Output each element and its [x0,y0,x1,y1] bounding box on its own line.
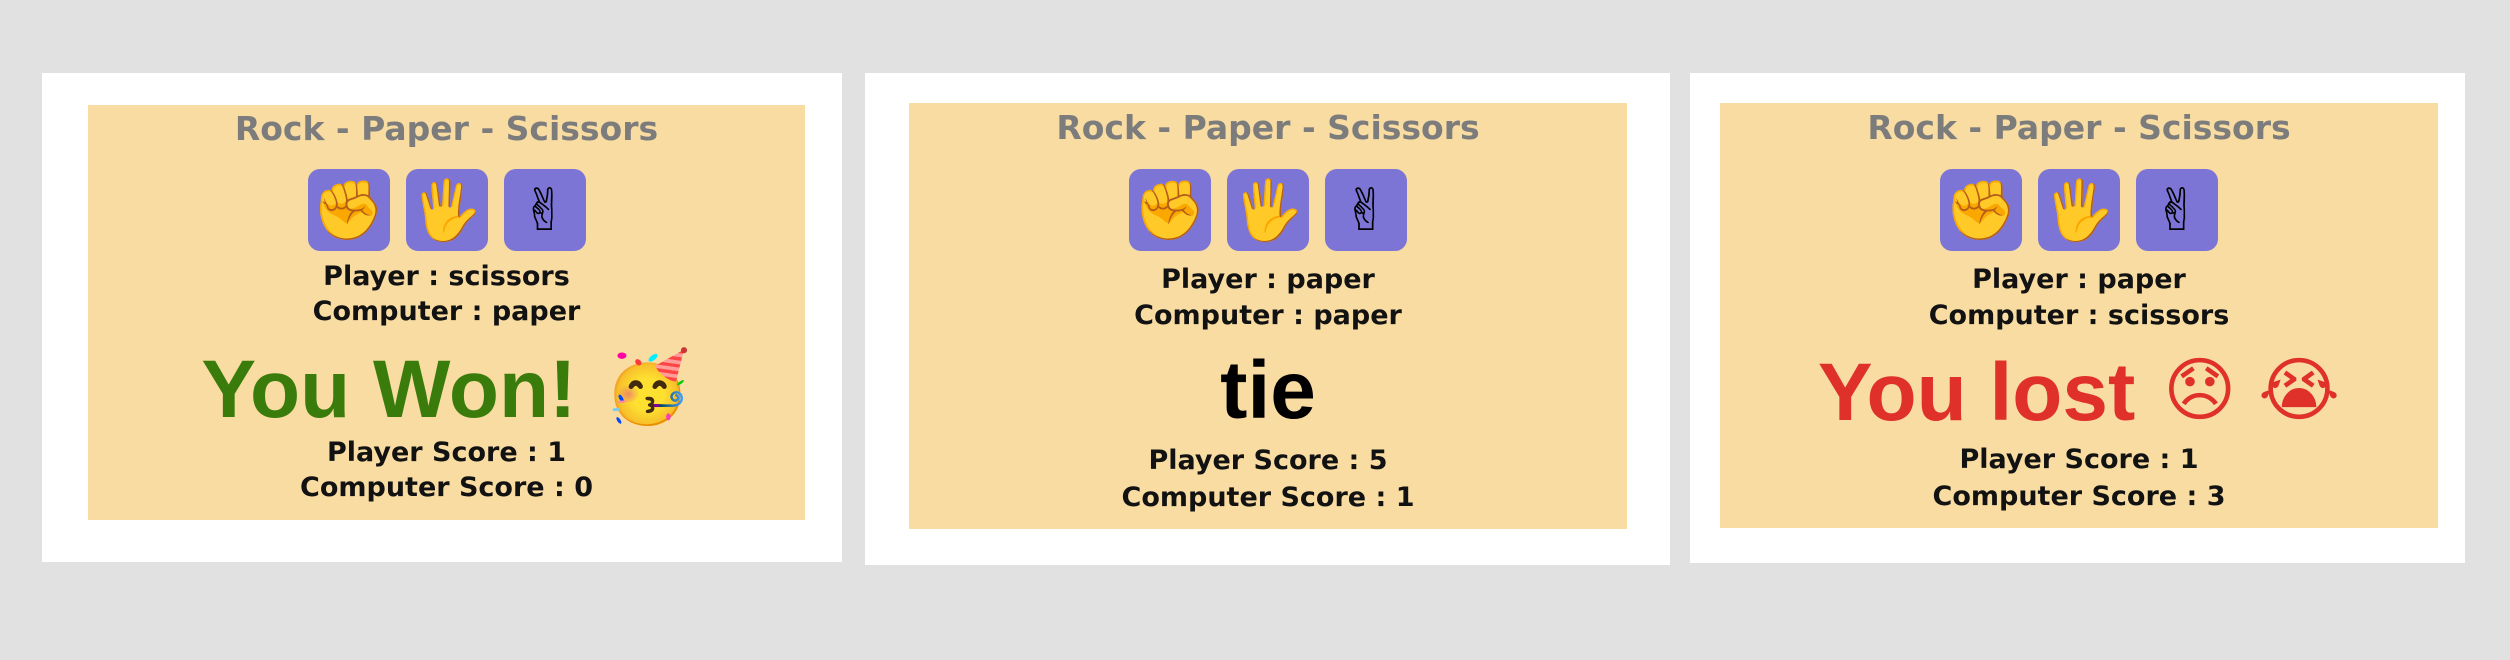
raised-fist-icon: ✊ [1133,176,1207,244]
paper-button[interactable]: 🖐 [1227,169,1309,251]
computer-choice: Computer : paper [1134,300,1402,331]
crying-face-icon: 😭 [2258,349,2341,431]
raised-hand-icon: 🖐 [1231,176,1305,244]
game-panel-3: Rock - Paper - Scissors ✊ 🖐 ✌ Player : p… [1690,73,2465,563]
raised-fist-icon: ✊ [1944,176,2018,244]
rock-button[interactable]: ✊ [307,169,390,251]
player-score: Player Score : 1 [1959,444,2199,475]
victory-hand-icon: ✌ [520,176,569,244]
computer-score: Computer Score : 0 [300,472,593,503]
result-message: You lost 😞 😭 [1720,345,2438,438]
computer-score: Computer Score : 1 [1121,482,1415,513]
game-title: Rock - Paper - Scissors [1867,108,2291,147]
result-text: You lost [1817,347,2136,438]
raised-hand-icon: 🖐 [410,176,483,244]
result-message: tie [909,346,1627,436]
raised-fist-icon: ✊ [312,176,385,244]
rock-button[interactable]: ✊ [1940,169,2022,251]
result-text: You Won! [201,344,577,435]
player-choice: Player : scissors [323,261,570,292]
paper-button[interactable]: 🖐 [2038,169,2120,251]
paper-button[interactable]: 🖐 [405,169,488,251]
game-card: Rock - Paper - Scissors ✊ 🖐 ✌ Player : s… [88,105,805,520]
computer-choice: Computer : scissors [1928,300,2230,331]
result-text: tie [1220,345,1316,436]
game-panel-2: Rock - Paper - Scissors ✊ 🖐 ✌ Player : p… [865,73,1670,565]
computer-choice: Computer : paper [312,296,581,327]
scissors-button[interactable]: ✌ [2136,169,2218,251]
partying-face-icon: 🥳 [604,346,692,428]
victory-hand-icon: ✌ [1341,176,1391,244]
choice-buttons: ✊ 🖐 ✌ [909,169,1627,251]
computer-score: Computer Score : 3 [1932,481,2226,512]
victory-hand-icon: ✌ [2152,176,2202,244]
game-title: Rock - Paper - Scissors [234,109,659,148]
scissors-button[interactable]: ✌ [1325,169,1407,251]
result-message: You Won! 🥳 [88,342,805,435]
choice-buttons: ✊ 🖐 ✌ [1720,169,2438,251]
raised-hand-icon: 🖐 [2042,176,2116,244]
player-score: Player Score : 5 [1148,445,1388,476]
player-choice: Player : paper [1972,264,2186,295]
rock-button[interactable]: ✊ [1129,169,1211,251]
player-score: Player Score : 1 [326,437,567,468]
player-choice: Player : paper [1161,264,1375,295]
game-card: Rock - Paper - Scissors ✊ 🖐 ✌ Player : p… [1720,103,2438,528]
scissors-button[interactable]: ✌ [503,169,586,251]
game-title: Rock - Paper - Scissors [1056,108,1480,147]
disappointed-face-icon: 😞 [2163,349,2237,431]
choice-buttons: ✊ 🖐 ✌ [88,169,805,251]
game-card: Rock - Paper - Scissors ✊ 🖐 ✌ Player : p… [909,103,1627,529]
game-panel-1: Rock - Paper - Scissors ✊ 🖐 ✌ Player : s… [42,73,842,562]
